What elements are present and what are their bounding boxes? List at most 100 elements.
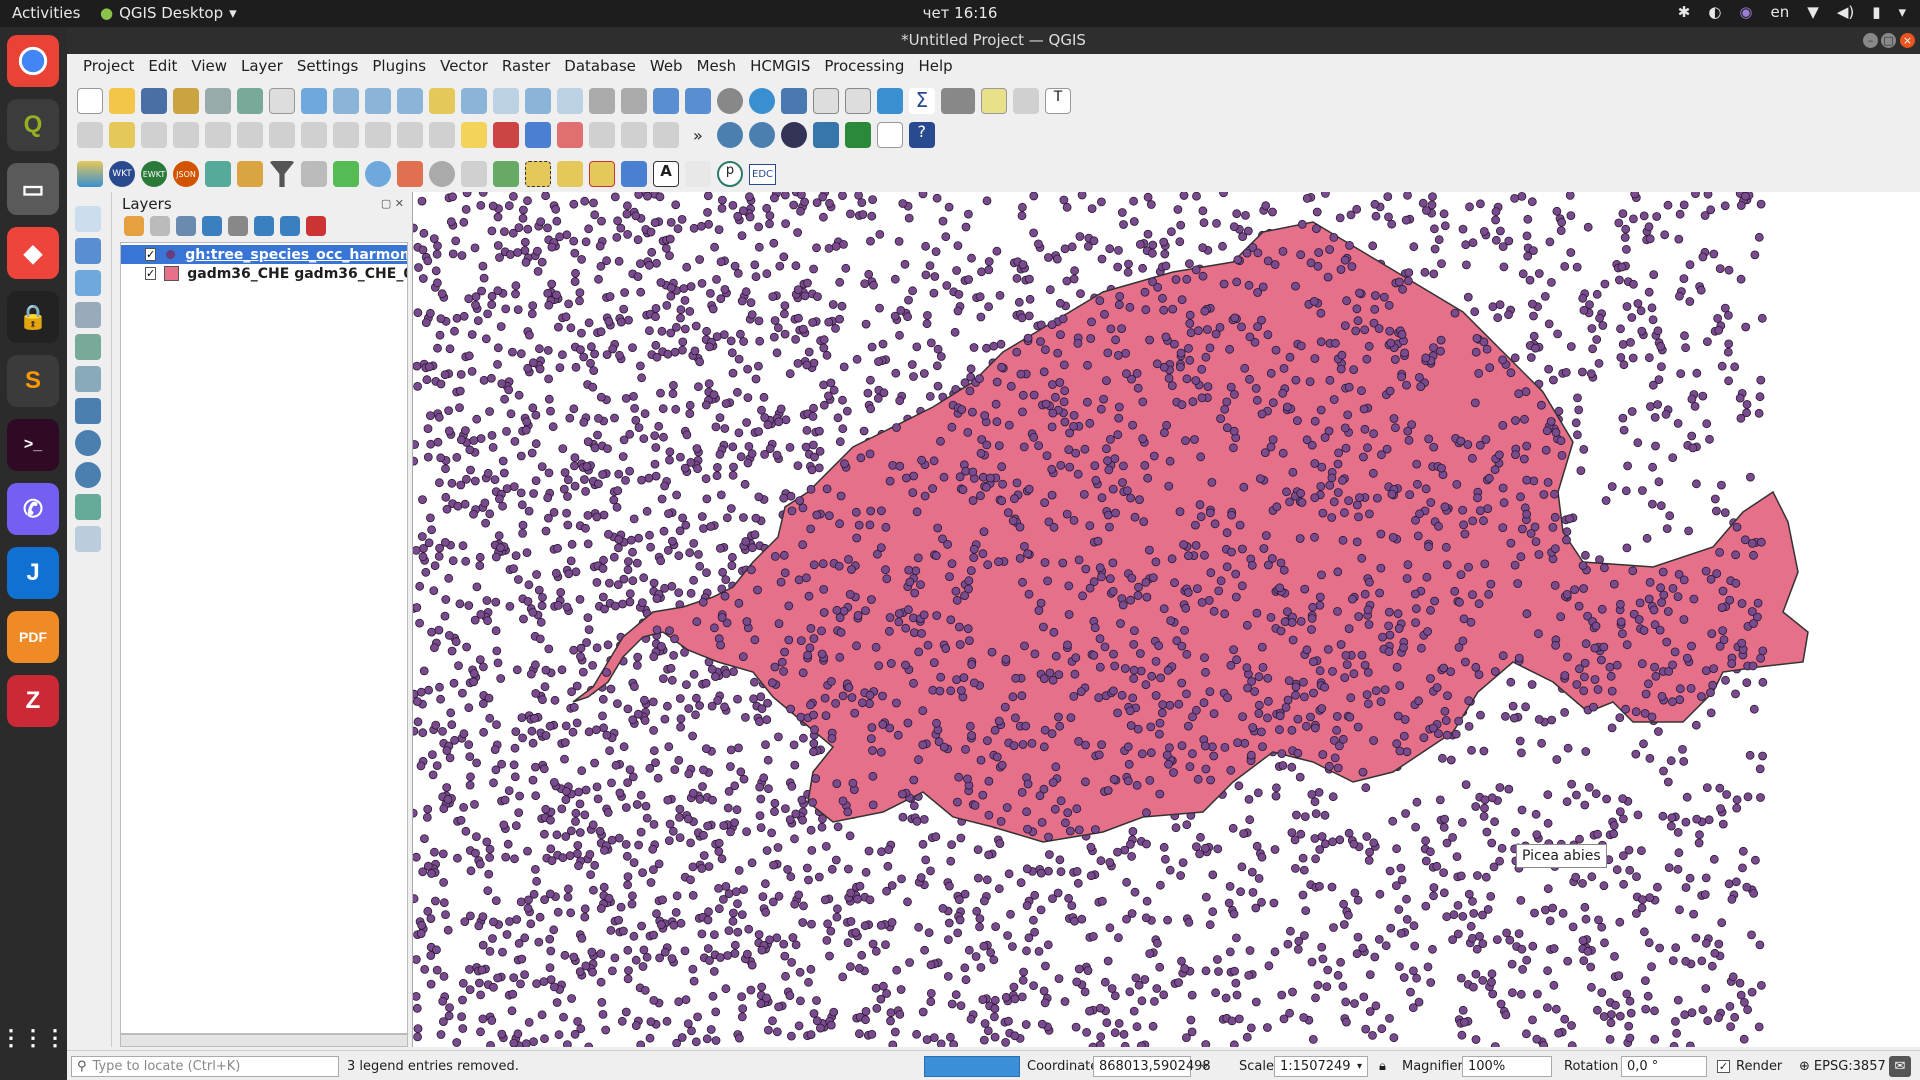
text-tool-icon[interactable]: A — [653, 161, 679, 187]
show-bookmarks-icon[interactable] — [685, 88, 711, 114]
pin-labels-icon[interactable] — [589, 122, 615, 148]
layer-visibility-checkbox[interactable]: ✓ — [145, 267, 157, 280]
expand-all-icon[interactable] — [254, 216, 274, 236]
ewkt-button[interactable]: EWKT — [141, 161, 167, 187]
menu-vector[interactable]: Vector — [433, 54, 495, 81]
data-source-manager-icon[interactable] — [77, 161, 103, 187]
open-layer-styling-icon[interactable] — [124, 216, 144, 236]
volume-icon[interactable]: ◀) — [1837, 3, 1854, 21]
diagram-options-icon[interactable] — [525, 122, 551, 148]
new-bookmark-icon[interactable] — [653, 88, 679, 114]
attribute-table-icon[interactable] — [813, 88, 839, 114]
manage-visibility-icon[interactable] — [176, 216, 196, 236]
add-group-icon[interactable] — [150, 216, 170, 236]
new-project-icon[interactable] — [77, 88, 103, 114]
csw-search-icon[interactable] — [748, 122, 775, 148]
add-spatialite-icon[interactable] — [75, 334, 101, 360]
menu-project[interactable]: Project — [76, 54, 141, 81]
menu-plugins[interactable]: Plugins — [365, 54, 433, 81]
frame-tool-icon[interactable] — [493, 161, 519, 187]
add-wms-icon[interactable] — [75, 430, 101, 456]
show-hide-labels-icon[interactable] — [621, 122, 647, 148]
open-project-icon[interactable] — [109, 88, 135, 114]
new-map-view-icon[interactable] — [589, 88, 615, 114]
menu-settings[interactable]: Settings — [290, 54, 366, 81]
pan-hand-icon[interactable] — [269, 88, 295, 114]
wkt-button[interactable]: WKT — [109, 161, 135, 187]
deselect-icon[interactable] — [589, 161, 615, 187]
help-icon[interactable]: ? — [908, 122, 935, 148]
processing-toolbox-icon[interactable] — [877, 88, 903, 114]
chrome-icon[interactable] — [7, 35, 59, 87]
statistical-summary-icon[interactable]: Σ — [909, 88, 935, 114]
print-layout-icon[interactable] — [205, 88, 231, 114]
json-button[interactable]: JSON — [173, 161, 199, 187]
style-manager-icon[interactable] — [237, 88, 263, 114]
select-by-value-icon[interactable] — [557, 161, 583, 187]
new-shapefile-icon[interactable] — [75, 526, 101, 552]
more-tools-button[interactable]: » — [685, 126, 711, 145]
terminal-icon[interactable]: >_ — [7, 419, 59, 471]
label-toolbar-icon[interactable] — [461, 122, 487, 148]
field-calculator-icon[interactable] — [845, 88, 871, 114]
refresh-icon[interactable] — [749, 88, 775, 114]
save-as-icon[interactable] — [173, 88, 199, 114]
network-tool-icon[interactable] — [429, 161, 455, 187]
digitize-tools-icon[interactable] — [237, 161, 263, 187]
pan-to-selection-icon[interactable] — [301, 88, 327, 114]
bluetooth-icon[interactable]: ✱ — [1678, 3, 1691, 21]
redo-icon[interactable] — [429, 122, 455, 148]
zoom-out-icon[interactable] — [365, 88, 391, 114]
zoom-last-icon[interactable] — [525, 88, 551, 114]
maximize-icon[interactable]: □ — [1881, 33, 1896, 48]
menu-web[interactable]: Web — [643, 54, 690, 81]
clock[interactable]: чет 16:16 — [0, 4, 1920, 22]
menu-processing[interactable]: Processing — [817, 54, 911, 81]
zoom-next-icon[interactable] — [557, 88, 583, 114]
zoom-full-icon[interactable] — [397, 88, 423, 114]
cut-features-icon[interactable] — [301, 122, 327, 148]
zoom-native-icon[interactable] — [493, 88, 519, 114]
move-label-icon[interactable] — [653, 122, 679, 148]
layer-tree-horizontal-scrollbar[interactable] — [120, 1034, 408, 1047]
delete-selected-icon[interactable] — [269, 122, 295, 148]
modify-attributes-icon[interactable] — [237, 122, 263, 148]
map-tips-icon[interactable] — [981, 88, 1007, 114]
annotation-icon[interactable] — [1013, 88, 1039, 114]
add-feature-icon[interactable] — [173, 122, 199, 148]
search-layer-icon[interactable] — [205, 161, 231, 187]
filter-icon[interactable] — [269, 161, 295, 187]
save-project-icon[interactable] — [141, 88, 167, 114]
filter-by-expression-icon[interactable] — [228, 216, 248, 236]
identify-features-icon[interactable] — [781, 88, 807, 114]
show-applications-icon[interactable]: ⋮⋮⋮ — [0, 1012, 66, 1064]
temporal-controller-icon[interactable] — [717, 88, 743, 114]
layer-visibility-checkbox[interactable]: ✓ — [145, 248, 157, 261]
transform-tool-icon[interactable] — [461, 161, 487, 187]
zoom-in-icon[interactable] — [333, 88, 359, 114]
gradient-tool-icon[interactable] — [397, 161, 423, 187]
activities-button[interactable]: Activities — [12, 4, 80, 22]
layer-labeling-icon[interactable] — [493, 122, 519, 148]
anydesk-icon[interactable]: ◆ — [7, 227, 59, 279]
point-tool-icon[interactable] — [333, 161, 359, 187]
add-delimited-text-icon[interactable] — [75, 302, 101, 328]
menu-view[interactable]: View — [184, 54, 234, 81]
magnify-tool-icon[interactable] — [365, 161, 391, 187]
add-wcs-icon[interactable] — [75, 494, 101, 520]
edc-button[interactable]: EDC — [749, 163, 777, 185]
menu-mesh[interactable]: Mesh — [690, 54, 744, 81]
p-tool-icon[interactable]: p — [717, 161, 743, 187]
battery-icon[interactable]: ▮ — [1872, 3, 1880, 21]
measure-line-icon[interactable] — [941, 88, 975, 114]
filter-legend-icon[interactable] — [202, 216, 222, 236]
add-wfs-icon[interactable] — [75, 462, 101, 488]
wkt-tool-icon[interactable] — [876, 122, 903, 148]
add-mesh-layer-icon[interactable] — [75, 270, 101, 296]
globe-search-icon[interactable] — [780, 122, 807, 148]
save-edits-icon[interactable] — [141, 122, 167, 148]
add-raster-layer-icon[interactable] — [75, 238, 101, 264]
minimize-icon[interactable]: – — [1863, 33, 1878, 48]
metasearch-icon[interactable] — [716, 122, 743, 148]
system-menu-icon[interactable]: ▾ — [1898, 3, 1906, 21]
